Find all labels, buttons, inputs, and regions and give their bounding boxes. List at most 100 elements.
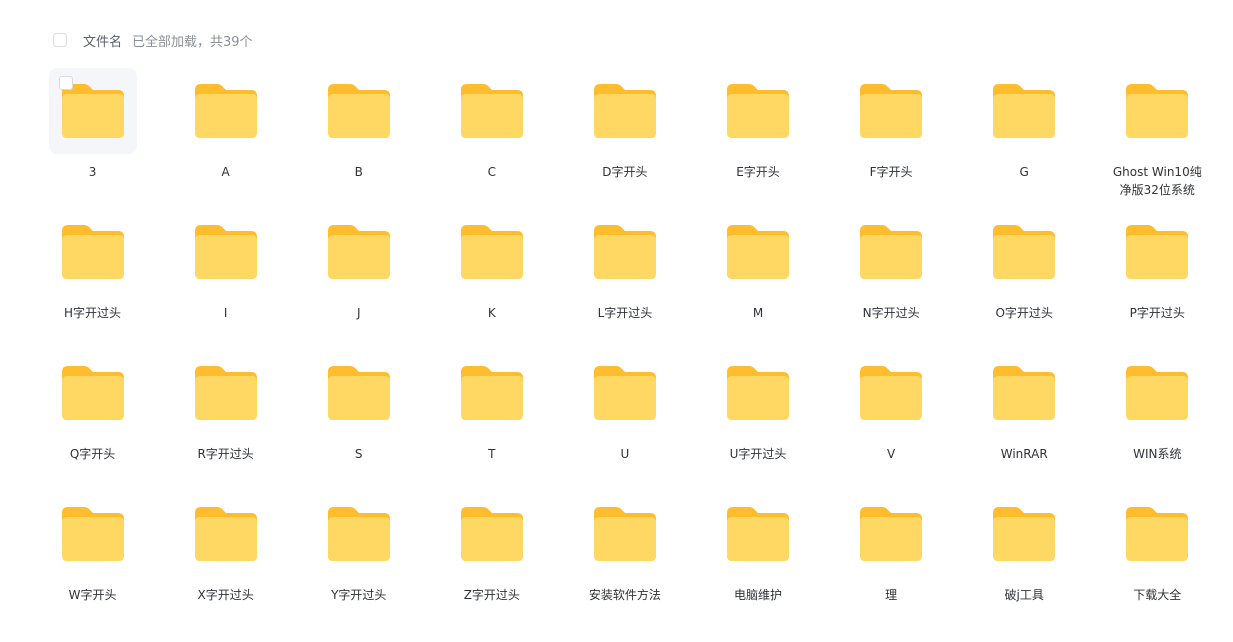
folder-checkbox[interactable] — [58, 76, 73, 90]
folder-name[interactable]: N字开过头 — [841, 304, 941, 322]
folder-item[interactable]: 电脑维护 — [691, 491, 824, 632]
folder-item[interactable]: I — [159, 209, 292, 350]
folder-thumbnail[interactable] — [1113, 491, 1201, 577]
folder-thumbnail[interactable] — [1113, 209, 1201, 295]
folder-name[interactable]: X字开过头 — [176, 586, 276, 604]
folder-item[interactable]: U字开过头 — [691, 350, 824, 491]
folder-thumbnail[interactable] — [714, 209, 802, 295]
folder-name[interactable]: 破j工具 — [974, 586, 1074, 604]
folder-item[interactable]: E字开头 — [691, 68, 824, 209]
folder-item[interactable]: Ghost Win10纯净版32位系统 — [1091, 68, 1224, 209]
folder-name[interactable]: E字开头 — [708, 163, 808, 181]
folder-item[interactable]: Y字开过头 — [292, 491, 425, 632]
folder-item[interactable]: C — [425, 68, 558, 209]
folder-thumbnail[interactable] — [581, 350, 669, 436]
folder-thumbnail[interactable] — [847, 68, 935, 154]
folder-thumbnail[interactable] — [714, 68, 802, 154]
folder-item[interactable]: 理 — [825, 491, 958, 632]
folder-item[interactable]: 下载大全 — [1091, 491, 1224, 632]
folder-name[interactable]: WIN系统 — [1107, 445, 1207, 463]
folder-thumbnail[interactable] — [1113, 68, 1201, 154]
folder-thumbnail[interactable] — [49, 209, 137, 295]
folder-item[interactable]: N字开过头 — [825, 209, 958, 350]
folder-name[interactable]: H字开过头 — [43, 304, 143, 322]
folder-item[interactable]: J — [292, 209, 425, 350]
folder-item[interactable]: T — [425, 350, 558, 491]
folder-item[interactable]: WinRAR — [958, 350, 1091, 491]
folder-name[interactable]: T — [442, 445, 542, 463]
folder-name[interactable]: V — [841, 445, 941, 463]
folder-name[interactable]: C — [442, 163, 542, 181]
folder-thumbnail[interactable] — [847, 491, 935, 577]
folder-name[interactable]: 安装软件方法 — [575, 586, 675, 604]
folder-name[interactable]: 3 — [43, 163, 143, 181]
folder-item[interactable]: O字开过头 — [958, 209, 1091, 350]
folder-thumbnail[interactable] — [980, 209, 1068, 295]
folder-thumbnail[interactable] — [182, 491, 270, 577]
folder-thumbnail[interactable] — [581, 491, 669, 577]
folder-thumbnail[interactable] — [315, 209, 403, 295]
folder-name[interactable]: K — [442, 304, 542, 322]
folder-thumbnail[interactable] — [448, 209, 536, 295]
folder-thumbnail[interactable] — [847, 350, 935, 436]
folder-thumbnail[interactable] — [315, 68, 403, 154]
folder-name[interactable]: F字开头 — [841, 163, 941, 181]
folder-thumbnail[interactable] — [980, 350, 1068, 436]
folder-name[interactable]: M — [708, 304, 808, 322]
folder-item[interactable]: M — [691, 209, 824, 350]
folder-name[interactable]: D字开头 — [575, 163, 675, 181]
folder-name[interactable]: B — [309, 163, 409, 181]
folder-thumbnail[interactable] — [1113, 350, 1201, 436]
folder-item[interactable]: S — [292, 350, 425, 491]
folder-thumbnail[interactable] — [980, 68, 1068, 154]
folder-name[interactable]: Q字开头 — [43, 445, 143, 463]
select-all-checkbox[interactable] — [53, 33, 67, 47]
folder-item[interactable]: F字开头 — [825, 68, 958, 209]
folder-item[interactable]: V — [825, 350, 958, 491]
folder-name[interactable]: P字开过头 — [1107, 304, 1207, 322]
folder-name[interactable]: S — [309, 445, 409, 463]
folder-name[interactable]: WinRAR — [974, 445, 1074, 463]
folder-item[interactable]: 安装软件方法 — [558, 491, 691, 632]
folder-item[interactable]: R字开过头 — [159, 350, 292, 491]
folder-item[interactable]: L字开过头 — [558, 209, 691, 350]
folder-name[interactable]: Z字开过头 — [442, 586, 542, 604]
folder-thumbnail[interactable] — [714, 350, 802, 436]
folder-name[interactable]: U — [575, 445, 675, 463]
folder-item[interactable]: U — [558, 350, 691, 491]
folder-thumbnail[interactable] — [980, 491, 1068, 577]
folder-name[interactable]: 下载大全 — [1107, 586, 1207, 604]
folder-name[interactable]: I — [176, 304, 276, 322]
folder-name[interactable]: 理 — [841, 586, 941, 604]
folder-item[interactable]: B — [292, 68, 425, 209]
folder-thumbnail[interactable] — [49, 350, 137, 436]
folder-name[interactable]: Y字开过头 — [309, 586, 409, 604]
folder-thumbnail[interactable] — [714, 491, 802, 577]
folder-name[interactable]: J — [309, 304, 409, 322]
folder-name[interactable]: W字开头 — [43, 586, 143, 604]
folder-item[interactable]: 破j工具 — [958, 491, 1091, 632]
folder-item[interactable]: G — [958, 68, 1091, 209]
folder-thumbnail[interactable] — [448, 491, 536, 577]
folder-item[interactable]: D字开头 — [558, 68, 691, 209]
folder-thumbnail[interactable] — [182, 350, 270, 436]
folder-thumbnail[interactable] — [48, 68, 137, 154]
folder-item[interactable]: P字开过头 — [1091, 209, 1224, 350]
column-title-filename[interactable]: 文件名 — [83, 31, 122, 50]
folder-thumbnail[interactable] — [315, 350, 403, 436]
folder-item[interactable]: K — [425, 209, 558, 350]
folder-item[interactable]: 3 — [26, 68, 159, 209]
folder-name[interactable]: O字开过头 — [974, 304, 1074, 322]
folder-thumbnail[interactable] — [49, 491, 137, 577]
folder-item[interactable]: W字开头 — [26, 491, 159, 632]
folder-thumbnail[interactable] — [448, 68, 536, 154]
folder-thumbnail[interactable] — [182, 68, 270, 154]
folder-name[interactable]: L字开过头 — [575, 304, 675, 322]
folder-item[interactable]: X字开过头 — [159, 491, 292, 632]
folder-item[interactable]: A — [159, 68, 292, 209]
folder-item[interactable]: WIN系统 — [1091, 350, 1224, 491]
folder-name[interactable]: R字开过头 — [176, 445, 276, 463]
folder-thumbnail[interactable] — [581, 209, 669, 295]
folder-thumbnail[interactable] — [315, 491, 403, 577]
folder-name[interactable]: U字开过头 — [708, 445, 808, 463]
